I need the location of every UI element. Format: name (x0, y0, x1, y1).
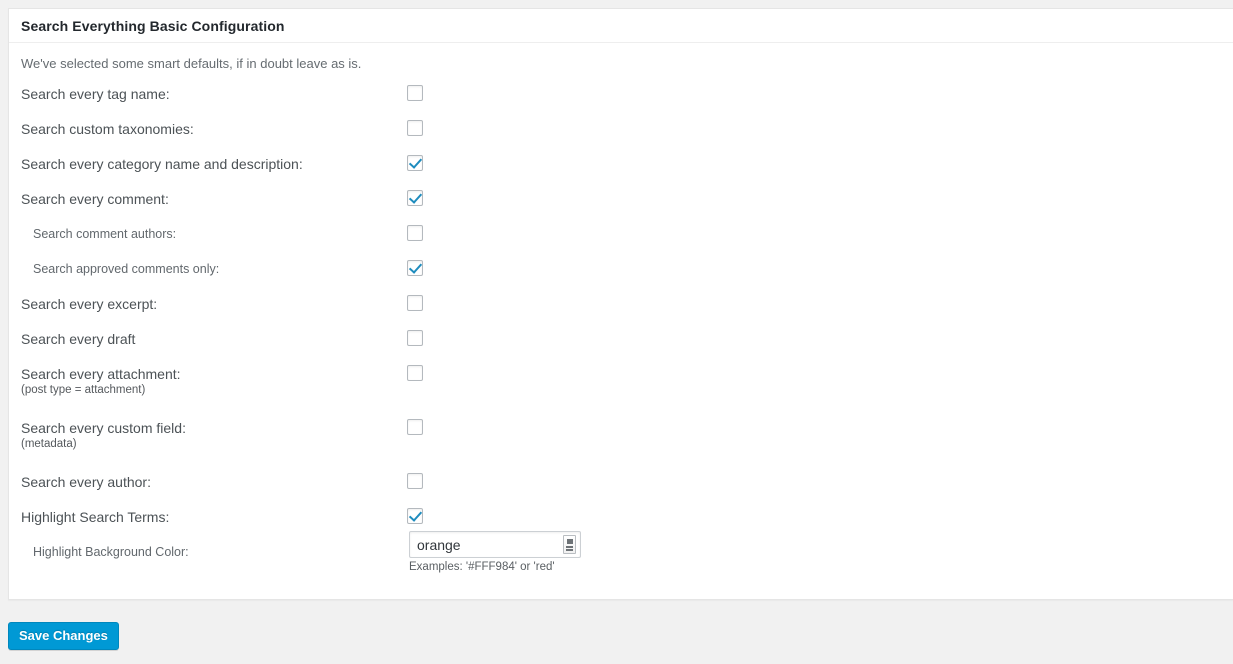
option-label: Search every tag name: (21, 86, 170, 102)
highlight-background-color-hint: Examples: '#FFF984' or 'red' (409, 561, 555, 573)
settings-card: Search Everything Basic Configuration We… (8, 8, 1233, 600)
option-row-search-every-category-name-and-description: Search every category name and descripti… (21, 155, 1221, 190)
checkbox-search-every-draft[interactable] (407, 330, 423, 346)
checkbox-highlight-search-terms[interactable] (407, 508, 423, 524)
option-row-search-approved-comments-only: Search approved comments only: (21, 260, 1221, 295)
option-label: Search every custom field: (21, 420, 186, 436)
option-label: Search every category name and descripti… (21, 156, 303, 172)
option-label: Search every attachment: (21, 366, 181, 382)
checkbox-search-every-author[interactable] (407, 473, 423, 489)
option-row-search-every-comment: Search every comment: (21, 190, 1221, 225)
option-label: Search custom taxonomies: (21, 121, 194, 137)
option-note: (post type = attachment) (21, 384, 146, 396)
checkbox-search-custom-taxonomies[interactable] (407, 120, 423, 136)
option-row-search-comment-authors: Search comment authors: (21, 225, 1221, 260)
submit-area: Save Changes (8, 622, 119, 650)
checkbox-search-approved-comments-only[interactable] (407, 260, 423, 276)
intro-text: We've selected some smart defaults, if i… (21, 56, 362, 71)
option-label: Search approved comments only: (33, 262, 220, 276)
option-label: Highlight Search Terms: (21, 509, 170, 525)
save-changes-button[interactable]: Save Changes (8, 622, 119, 650)
option-row-search-every-excerpt: Search every excerpt: (21, 295, 1221, 330)
settings-form: We've selected some smart defaults, if i… (9, 43, 1233, 591)
admin-page: Search Everything Basic Configuration We… (0, 0, 1233, 664)
option-row-highlight-search-terms: Highlight Search Terms: (21, 508, 1221, 543)
option-row-search-every-author: Search every author: (21, 473, 1221, 508)
checkbox-search-every-excerpt[interactable] (407, 295, 423, 311)
highlight-background-color-field[interactable] (409, 531, 581, 558)
option-label: Search every author: (21, 474, 151, 490)
option-label: Search every excerpt: (21, 296, 158, 312)
checkbox-search-every-comment[interactable] (407, 190, 423, 206)
page-title: Search Everything Basic Configuration (9, 9, 1233, 43)
option-label: Search every comment: (21, 191, 169, 207)
checkbox-search-every-tag-name[interactable] (407, 85, 423, 101)
checkbox-search-every-custom-field[interactable] (407, 419, 423, 435)
option-row-search-every-attachment: Search every attachment: (post type = at… (21, 365, 1221, 419)
option-row-search-every-draft: Search every draft (21, 330, 1221, 365)
color-picker-icon[interactable] (563, 535, 576, 554)
options-list: Search every tag name: Search custom tax… (21, 85, 1221, 591)
option-row-search-custom-taxonomies: Search custom taxonomies: (21, 120, 1221, 155)
option-label: Search comment authors: (33, 227, 177, 241)
checkbox-search-every-attachment[interactable] (407, 365, 423, 381)
option-row-search-every-tag-name: Search every tag name: (21, 85, 1221, 120)
option-label: Search every draft (21, 331, 136, 347)
highlight-background-color-control: Examples: '#FFF984' or 'red' (409, 531, 581, 573)
highlight-background-color-row: Highlight Background Color: Examples: '#… (21, 531, 1221, 591)
option-row-search-every-custom-field: Search every custom field: (metadata) (21, 419, 1221, 473)
checkbox-search-comment-authors[interactable] (407, 225, 423, 241)
highlight-background-color-label: Highlight Background Color: (33, 545, 189, 559)
option-note: (metadata) (21, 438, 77, 450)
checkbox-search-every-category-name-and-description[interactable] (407, 155, 423, 171)
highlight-background-color-input[interactable] (410, 532, 557, 557)
